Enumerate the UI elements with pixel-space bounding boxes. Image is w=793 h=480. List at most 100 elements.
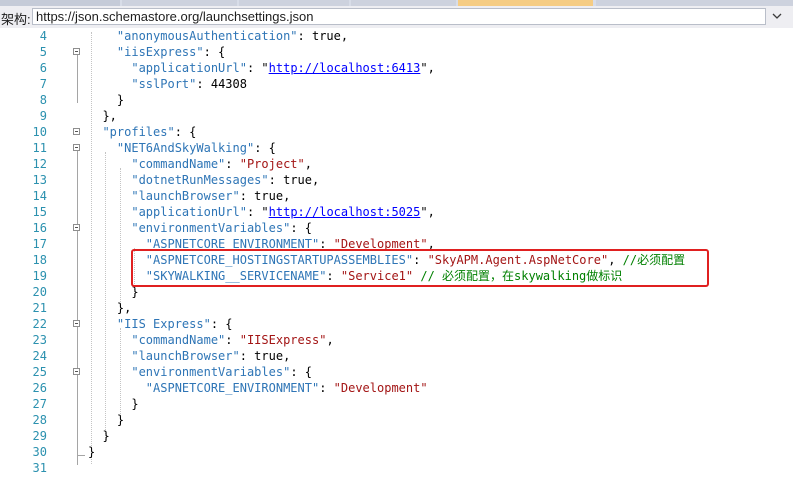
code-line[interactable]: 27 } [0, 396, 793, 412]
line-number: 22 [32, 317, 47, 331]
code-line[interactable]: 23 "commandName": "IISExpress", [0, 332, 793, 348]
line-number: 5 [39, 45, 47, 59]
json-key: "anonymousAuthentication" [116, 29, 298, 43]
json-key: "applicationUrl" [131, 61, 247, 75]
schema-bar: 架构: https://json.schemastore.org/launchs… [0, 6, 793, 29]
line-number: 17 [32, 237, 47, 251]
code-punct: : true, [239, 189, 291, 203]
code-line[interactable]: 16 "environmentVariables": { [0, 220, 793, 236]
fold-toggle-icon[interactable] [73, 224, 80, 231]
code-punct [88, 29, 117, 43]
line-number: 25 [32, 365, 47, 379]
code-line[interactable]: 10 "profiles": { [0, 124, 793, 140]
code-punct: } [88, 285, 139, 299]
code-line[interactable]: 22 "IIS Express": { [0, 316, 793, 332]
code-text: }, [88, 108, 116, 124]
code-punct: : [225, 157, 240, 171]
json-key: "dotnetRunMessages" [131, 173, 269, 187]
code-text: "ASPNETCORE_ENVIRONMENT": "Development" [88, 380, 428, 396]
code-punct [88, 365, 131, 379]
code-line[interactable]: 8 } [0, 92, 793, 108]
code-text: "environmentVariables": { [88, 364, 312, 380]
code-line[interactable]: 15 "applicationUrl": "http://localhost:5… [0, 204, 793, 220]
code-text: "dotnetRunMessages": true, [88, 172, 319, 188]
code-line[interactable]: 11 "NET6AndSkyWalking": { [0, 140, 793, 156]
code-punct: ", [420, 61, 435, 75]
code-line[interactable]: 25 "environmentVariables": { [0, 364, 793, 380]
line-number: 12 [32, 157, 47, 171]
code-line[interactable]: 9 }, [0, 108, 793, 124]
code-punct: } [88, 413, 125, 427]
fold-toggle-icon[interactable] [73, 144, 80, 151]
code-text: "commandName": "IISExpress", [88, 332, 334, 348]
fold-toggle-icon[interactable] [73, 368, 80, 375]
code-punct: : { [254, 141, 276, 155]
code-punct: : { [203, 45, 226, 59]
code-line[interactable]: 29 } [0, 428, 793, 444]
code-punct [88, 141, 117, 155]
json-key: "ASPNETCORE_ENVIRONMENT" [145, 381, 320, 395]
json-key: "NET6AndSkyWalking" [116, 141, 255, 155]
line-number: 27 [32, 397, 47, 411]
line-number: 29 [32, 429, 47, 443]
code-punct [88, 157, 131, 171]
code-line[interactable]: 31 [0, 460, 793, 476]
code-line[interactable]: 13 "dotnetRunMessages": true, [0, 172, 793, 188]
code-punct [88, 125, 102, 139]
schema-dropdown-button[interactable] [768, 8, 786, 25]
code-text: } [88, 284, 139, 300]
line-number: 21 [32, 301, 47, 315]
schema-url-input[interactable]: https://json.schemastore.org/launchsetti… [32, 8, 766, 25]
code-line[interactable]: 30} [0, 444, 793, 460]
fold-toggle-icon[interactable] [73, 320, 80, 327]
code-line[interactable]: 26 "ASPNETCORE_ENVIRONMENT": "Developmen… [0, 380, 793, 396]
code-punct: , [304, 157, 312, 171]
code-punct: : true, [297, 29, 349, 43]
code-line[interactable]: 12 "commandName": "Project", [0, 156, 793, 172]
json-url[interactable]: http://localhost:6413 [269, 61, 421, 75]
json-string: "Development" [333, 381, 428, 395]
code-punct: : { [174, 125, 197, 139]
code-punct: : 44308 [196, 77, 247, 91]
code-punct: , [326, 333, 334, 347]
line-number: 4 [39, 29, 47, 43]
code-punct [88, 61, 131, 75]
code-line[interactable]: 4 "anonymousAuthentication": true, [0, 28, 793, 44]
json-key: "environmentVariables" [131, 221, 291, 235]
code-text: } [88, 412, 124, 428]
schema-label: 架构: [1, 12, 31, 27]
fold-toggle-icon[interactable] [73, 128, 80, 135]
code-line[interactable]: 21 }, [0, 300, 793, 316]
json-key: "launchBrowser" [131, 349, 240, 363]
code-punct: : { [290, 221, 312, 235]
fold-toggle-icon[interactable] [73, 48, 80, 55]
code-text: "launchBrowser": true, [88, 188, 290, 204]
json-string: "Project" [239, 157, 305, 171]
code-text: "sslPort": 44308 [88, 76, 247, 92]
code-punct [88, 317, 117, 331]
code-punct: ", [420, 205, 435, 219]
code-line[interactable]: 14 "launchBrowser": true, [0, 188, 793, 204]
line-number: 23 [32, 333, 47, 347]
json-url[interactable]: http://localhost:5025 [269, 205, 421, 219]
line-number: 16 [32, 221, 47, 235]
code-text: "iisExpress": { [88, 44, 225, 60]
code-text: "commandName": "Project", [88, 156, 312, 172]
code-line[interactable]: 7 "sslPort": 44308 [0, 76, 793, 92]
code-text: "launchBrowser": true, [88, 348, 290, 364]
code-text: "profiles": { [88, 124, 196, 140]
line-number: 30 [32, 445, 47, 459]
json-key: "commandName" [131, 333, 226, 347]
code-line[interactable]: 28 } [0, 412, 793, 428]
code-punct [88, 45, 117, 59]
code-text: } [88, 444, 95, 460]
line-number: 19 [32, 269, 47, 283]
code-line[interactable]: 5 "iisExpress": { [0, 44, 793, 60]
line-number: 31 [32, 461, 47, 475]
code-punct: : true, [268, 173, 320, 187]
code-punct: : " [246, 205, 269, 219]
code-line[interactable]: 24 "launchBrowser": true, [0, 348, 793, 364]
json-key: "launchBrowser" [131, 189, 240, 203]
code-text: } [88, 428, 109, 444]
code-line[interactable]: 6 "applicationUrl": "http://localhost:64… [0, 60, 793, 76]
